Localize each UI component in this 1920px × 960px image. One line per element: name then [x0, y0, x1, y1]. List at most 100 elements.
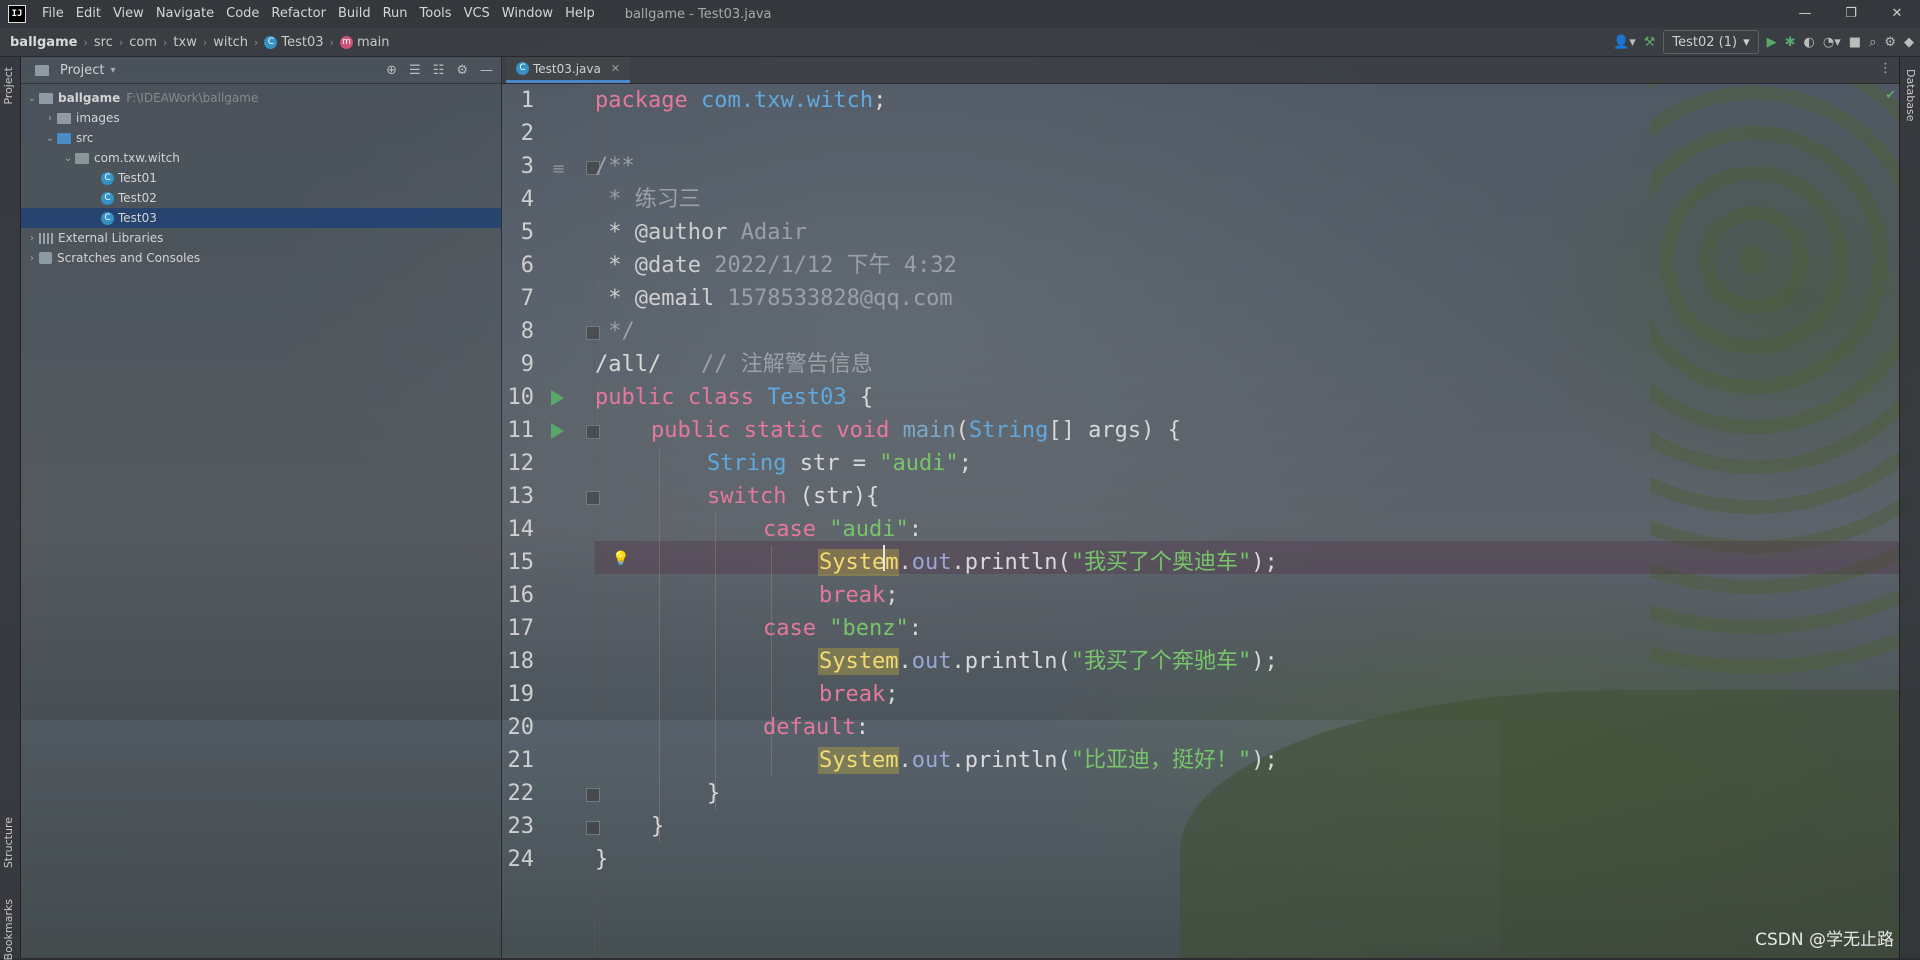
breadcrumb-class[interactable]: Test03: [281, 35, 323, 50]
tree-label: src: [76, 131, 94, 145]
minimize-button[interactable]: —: [1782, 0, 1828, 28]
punctuation: ;: [885, 583, 899, 608]
menu-vcs[interactable]: VCS: [458, 0, 496, 28]
close-button[interactable]: ✕: [1874, 0, 1920, 28]
tree-item-src[interactable]: ⌄ src: [21, 128, 501, 148]
breadcrumb-project[interactable]: ballgame: [10, 35, 77, 50]
run-icon[interactable]: ▶: [1767, 35, 1777, 50]
profile-icon[interactable]: ◔▾: [1823, 35, 1841, 50]
inspection-ok-icon[interactable]: ✔: [1885, 88, 1896, 103]
run-class-icon[interactable]: [551, 390, 564, 406]
expanded-arrow-icon: ⌄: [45, 132, 55, 144]
menu-file[interactable]: File: [36, 0, 70, 28]
line-number: 2: [520, 121, 534, 146]
tab-test03-java[interactable]: C Test03.java ✕: [506, 57, 631, 83]
menu-help[interactable]: Help: [559, 0, 601, 28]
tree-item-test01[interactable]: C Test01: [21, 168, 501, 188]
line-number: 9: [520, 352, 534, 377]
tool-tab-structure[interactable]: Structure: [2, 817, 15, 868]
line-number: 3: [520, 154, 534, 179]
restore-button[interactable]: ❐: [1828, 0, 1874, 28]
tree-item-external-libraries[interactable]: › External Libraries: [21, 228, 501, 248]
close-tab-icon[interactable]: ✕: [611, 62, 620, 75]
gear-icon[interactable]: ⚙: [456, 63, 468, 78]
more-options-icon[interactable]: ⋮: [1879, 61, 1892, 76]
line-number: 10: [507, 385, 535, 410]
string-literal: "audi": [829, 517, 909, 542]
menu-run[interactable]: Run: [377, 0, 414, 28]
search-icon[interactable]: ⌕: [1869, 35, 1876, 50]
field-name: out: [911, 748, 952, 773]
code-line-23: }: [651, 814, 665, 839]
menu-window[interactable]: Window: [496, 0, 559, 28]
string-literal: "比亚迪，挺好！": [1070, 748, 1252, 773]
javadoc-render-icon[interactable]: ≡: [552, 159, 565, 178]
code-line-16: break;: [819, 579, 898, 612]
project-panel-title[interactable]: Project: [60, 63, 104, 78]
tree-item-package[interactable]: ⌄ com.txw.witch: [21, 148, 501, 168]
menu-refactor[interactable]: Refactor: [265, 0, 332, 28]
hide-panel-icon[interactable]: —: [480, 63, 493, 78]
keyword: break: [819, 682, 886, 707]
breadcrumb-src[interactable]: src: [94, 35, 113, 50]
stop-icon[interactable]: ■: [1849, 35, 1861, 50]
line-number: 23: [507, 814, 535, 839]
line-number: 1: [520, 88, 534, 113]
tree-label: Scratches and Consoles: [57, 251, 201, 265]
javadoc-tag: * @date: [595, 253, 701, 278]
code-line-21: System.out.println("比亚迪，挺好！");: [817, 744, 1278, 777]
tool-tab-database[interactable]: Database: [1904, 69, 1917, 122]
chevron-down-icon: ▾: [1743, 34, 1750, 50]
breadcrumb-witch[interactable]: witch: [213, 35, 248, 50]
run-configuration-select[interactable]: Test02 (1) ▾: [1663, 30, 1759, 54]
menu-view[interactable]: View: [107, 0, 150, 28]
menu-build[interactable]: Build: [332, 0, 377, 28]
breadcrumb-method[interactable]: main: [357, 35, 389, 50]
folder-icon: [57, 112, 71, 124]
user-icon[interactable]: 👤▾: [1613, 35, 1636, 50]
jetbrains-logo-icon[interactable]: ◆: [1904, 35, 1914, 50]
tool-tab-project[interactable]: Project: [2, 67, 15, 105]
menu-tools[interactable]: Tools: [414, 0, 458, 28]
line-number: 11: [507, 418, 535, 443]
tree-item-test03[interactable]: C Test03: [21, 208, 501, 228]
editor-tab-bar: C Test03.java ✕ ⋮: [502, 57, 1900, 84]
code-text: .println(: [951, 748, 1071, 773]
chevron-down-icon[interactable]: ▾: [110, 65, 115, 76]
tree-item-images[interactable]: › images: [21, 108, 501, 128]
locate-file-icon[interactable]: ⊕: [386, 63, 397, 78]
menu-code[interactable]: Code: [220, 0, 265, 28]
field-name: out: [911, 550, 952, 575]
breadcrumb-com[interactable]: com: [129, 35, 157, 50]
menu-edit[interactable]: Edit: [70, 0, 107, 28]
tree-item-scratches[interactable]: › Scratches and Consoles: [21, 248, 501, 268]
code-editor[interactable]: package com.txw.witch; /** * 练习三 * @auth…: [595, 84, 1900, 958]
line-number: 19: [507, 682, 535, 707]
run-main-icon[interactable]: [551, 423, 564, 439]
line-number: 6: [520, 253, 534, 278]
keyword: break: [819, 583, 886, 608]
expand-all-icon[interactable]: ☰: [409, 63, 421, 78]
collapse-all-icon[interactable]: ☷: [433, 63, 445, 78]
tree-item-test02[interactable]: C Test02: [21, 188, 501, 208]
run-config-label: Test02 (1): [1672, 34, 1738, 50]
code-line-3: /**: [595, 154, 635, 179]
intellij-logo-icon: IJ: [8, 5, 26, 23]
build-hammer-icon[interactable]: ⚒: [1644, 35, 1656, 50]
punctuation: :: [908, 616, 922, 641]
settings-gear-icon[interactable]: ⚙: [1884, 35, 1896, 50]
code-line-18: System.out.println("我买了个奔驰车");: [817, 645, 1278, 678]
project-panel-actions: ⊕ ☰ ☷ ⚙ —: [386, 57, 493, 83]
tool-tab-bookmarks[interactable]: Bookmarks: [2, 899, 15, 960]
punctuation: :: [908, 517, 922, 542]
breadcrumb-txw[interactable]: txw: [173, 35, 196, 50]
coverage-icon[interactable]: ◐: [1804, 35, 1815, 50]
tree-item-ballgame[interactable]: ⌄ ballgame F:\IDEAWork\ballgame: [21, 88, 501, 108]
tab-label: Test03.java: [533, 61, 601, 76]
code-line-8: */: [595, 319, 635, 344]
punctuation: ;: [958, 451, 972, 476]
javadoc-tag: * @author: [595, 220, 728, 245]
keyword: public static void: [651, 418, 903, 443]
debug-icon[interactable]: ✱: [1785, 35, 1796, 50]
menu-navigate[interactable]: Navigate: [150, 0, 220, 28]
